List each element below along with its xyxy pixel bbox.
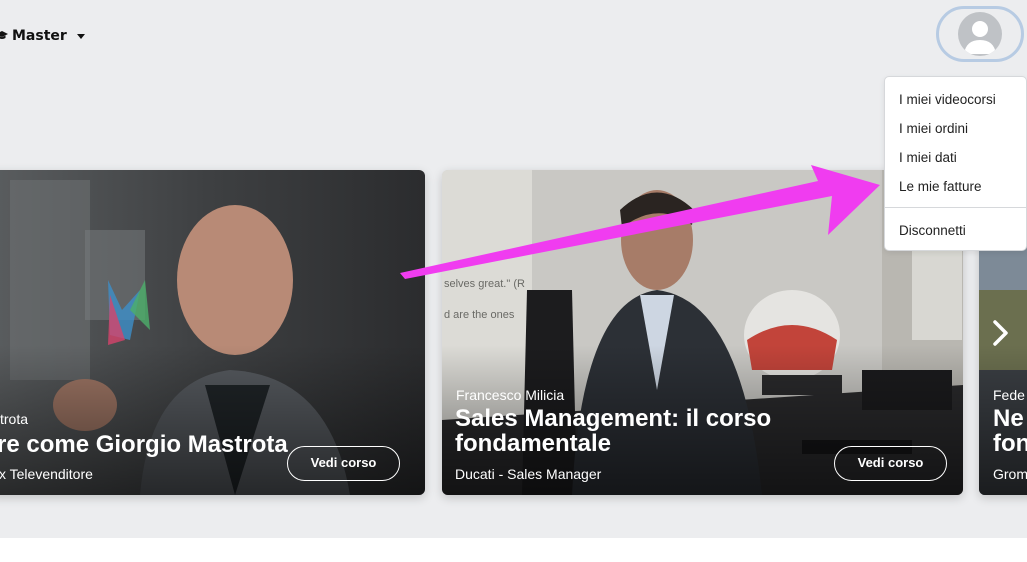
annotation-arrow [400, 165, 880, 279]
